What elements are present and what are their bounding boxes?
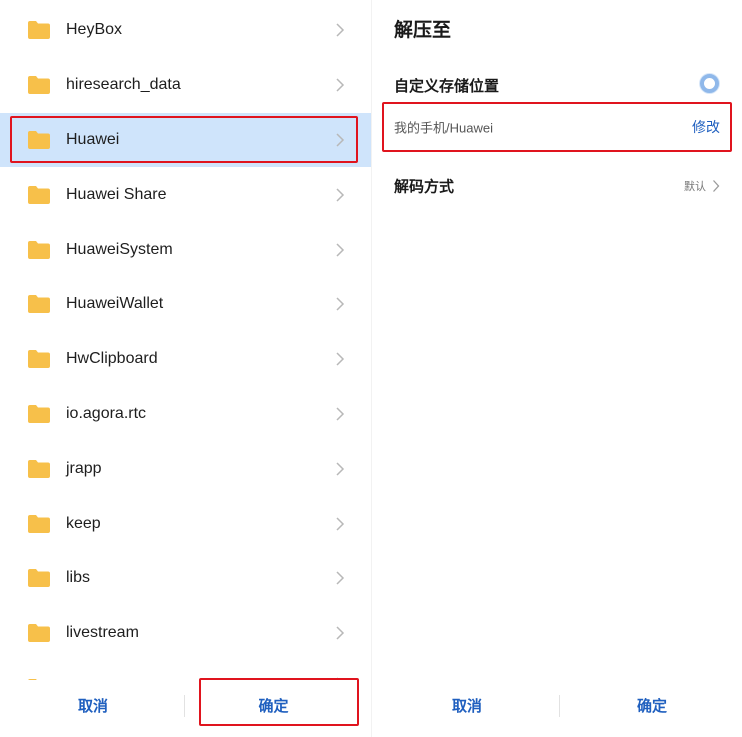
folder-row[interactable]: HwClipboard <box>0 332 371 387</box>
edit-path-button[interactable]: 修改 <box>692 117 720 137</box>
chevron-right-icon <box>336 517 345 531</box>
folder-icon <box>28 21 50 40</box>
folder-icon <box>28 240 50 259</box>
folder-picker-footer: 取消 确定 <box>0 680 371 730</box>
chevron-right-icon <box>336 133 345 147</box>
folder-row[interactable]: HuaweiSystem <box>0 222 371 277</box>
folder-row[interactable]: HeyBox <box>0 3 371 58</box>
folder-icon <box>28 76 50 95</box>
folder-list: HeyBox hiresearch_data Huawei Huawei Share H… <box>0 3 371 661</box>
folder-icon <box>28 569 50 588</box>
folder-row[interactable]: keep <box>0 496 371 551</box>
decode-method-label: 解码方式 <box>394 178 455 196</box>
folder-name: HwClipboard <box>66 350 158 368</box>
folder-icon <box>28 624 50 643</box>
folder-icon <box>28 185 50 204</box>
chevron-right-icon <box>336 407 345 421</box>
chevron-right-icon <box>336 297 345 311</box>
folder-name: HuaweiSystem <box>66 240 173 258</box>
chevron-right-icon <box>336 352 345 366</box>
folder-row[interactable]: HuaweiWallet <box>0 277 371 332</box>
folder-picker-panel: HeyBox hiresearch_data Huawei Huawei Share H… <box>0 0 371 737</box>
folder-name: HeyBox <box>66 21 123 39</box>
folder-name: jrapp <box>66 459 102 477</box>
folder-name: io.agora.rtc <box>66 404 147 422</box>
footer-divider <box>184 695 185 717</box>
folder-name: Huawei Share <box>66 185 167 203</box>
folder-icon <box>28 295 50 314</box>
folder-icon <box>28 514 50 533</box>
custom-location-label: 自定义存储位置 <box>394 78 500 95</box>
folder-row[interactable]: Huawei Share <box>0 167 371 222</box>
decode-method-value: 默认 <box>684 181 706 193</box>
storage-path-text: 我的手机/Huawei <box>394 120 493 136</box>
folder-row[interactable]: io.agora.rtc <box>0 387 371 442</box>
chevron-right-icon <box>336 626 345 640</box>
decode-method-row[interactable]: 解码方式 默认 <box>372 165 742 207</box>
folder-name: hiresearch_data <box>66 76 181 94</box>
folder-row[interactable]: Huawei <box>0 112 371 168</box>
folder-icon <box>28 350 50 369</box>
chevron-right-icon <box>336 188 345 202</box>
folder-name: HuaweiWallet <box>66 295 164 313</box>
folder-name: livestream <box>66 624 139 642</box>
folder-name: Huawei <box>66 130 120 148</box>
dialog-confirm-button[interactable]: 确定 <box>572 680 732 730</box>
folder-row[interactable]: hiresearch_data <box>0 58 371 113</box>
chevron-right-icon <box>336 571 345 585</box>
storage-path-row: 我的手机/Huawei 修改 <box>382 102 732 152</box>
folder-row[interactable]: jrapp <box>0 441 371 496</box>
folder-icon <box>28 404 50 423</box>
folder-icon <box>28 459 50 478</box>
chevron-right-icon <box>336 78 345 92</box>
chevron-right-icon <box>713 180 720 192</box>
cancel-button[interactable]: 取消 <box>0 680 186 730</box>
custom-location-radio[interactable] <box>700 74 719 93</box>
folder-name: libs <box>66 569 91 587</box>
chevron-right-icon <box>336 23 345 37</box>
folder-row[interactable]: livestream <box>0 606 371 661</box>
chevron-right-icon <box>336 462 345 476</box>
folder-name: keep <box>66 514 101 532</box>
folder-row[interactable]: libs <box>0 551 371 606</box>
chevron-right-icon <box>336 243 345 257</box>
confirm-button[interactable]: 确定 <box>186 680 361 730</box>
dialog-footer: 取消 确定 <box>372 680 742 730</box>
extract-dialog: 解压至 自定义存储位置 我的手机/Huawei 修改 解码方式 默认 取消 确定 <box>372 0 742 737</box>
dialog-title: 解压至 <box>394 20 452 41</box>
footer-divider <box>559 695 560 717</box>
folder-icon <box>28 130 50 149</box>
dialog-cancel-button[interactable]: 取消 <box>372 680 562 730</box>
